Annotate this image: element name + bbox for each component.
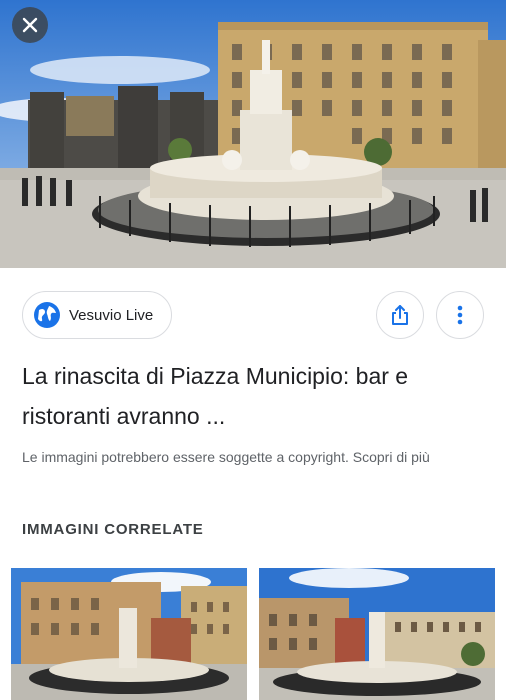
copyright-notice: Le immagini potrebbero essere soggette a…	[22, 449, 430, 465]
hero-photo	[0, 0, 506, 268]
close-button[interactable]	[12, 7, 48, 43]
related-photo	[11, 568, 247, 700]
globe-icon	[34, 302, 60, 328]
share-icon	[392, 305, 408, 325]
source-chip[interactable]: Vesuvio Live	[22, 291, 172, 339]
result-title[interactable]: La rinascita di Piazza Municipio: bar e …	[22, 356, 492, 436]
related-images-heading: IMMAGINI CORRELATE	[22, 521, 204, 538]
more-options-button[interactable]	[436, 291, 484, 339]
close-icon	[22, 17, 38, 33]
related-image-thumbnail[interactable]	[11, 568, 247, 700]
more-vert-icon	[457, 305, 463, 325]
related-image-thumbnail[interactable]	[259, 568, 495, 700]
related-photo	[259, 568, 495, 700]
hero-image[interactable]	[0, 0, 506, 268]
share-button[interactable]	[376, 291, 424, 339]
source-name: Vesuvio Live	[69, 306, 154, 324]
